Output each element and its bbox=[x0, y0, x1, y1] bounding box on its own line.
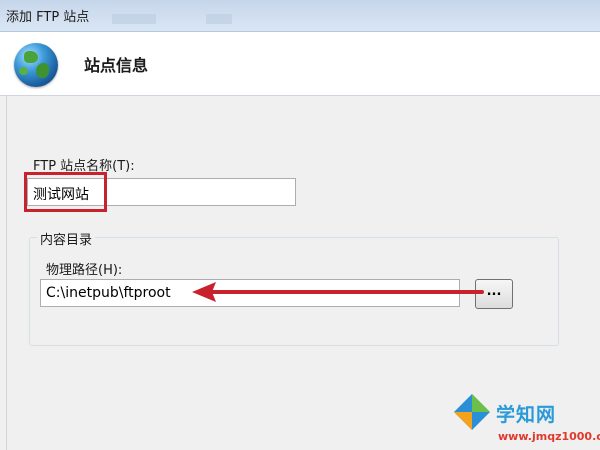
globe-icon bbox=[14, 43, 58, 87]
arrow-annotation bbox=[192, 282, 484, 302]
watermark-logo-icon bbox=[454, 394, 490, 430]
physical-path-value: C:\inetpub\ftproot bbox=[46, 285, 171, 301]
physical-path-label: 物理路径(H): bbox=[46, 263, 123, 278]
page-title: 站点信息 bbox=[84, 56, 149, 75]
window-titlebar[interactable]: 添加 FTP 站点 bbox=[0, 0, 600, 32]
watermark: 学知网 www.jmqz1000.com bbox=[448, 378, 600, 450]
window-title: 添加 FTP 站点 bbox=[6, 10, 90, 25]
titlebar-ghost bbox=[112, 14, 156, 24]
wizard-header: 站点信息 bbox=[0, 32, 600, 96]
watermark-title: 学知网 bbox=[496, 404, 557, 426]
titlebar-ghost bbox=[206, 14, 232, 24]
content-directory-title: 内容目录 bbox=[37, 229, 96, 248]
highlight-box-annotation bbox=[24, 172, 107, 212]
divider bbox=[6, 96, 7, 450]
watermark-url: www.jmqz1000.com bbox=[498, 430, 600, 443]
